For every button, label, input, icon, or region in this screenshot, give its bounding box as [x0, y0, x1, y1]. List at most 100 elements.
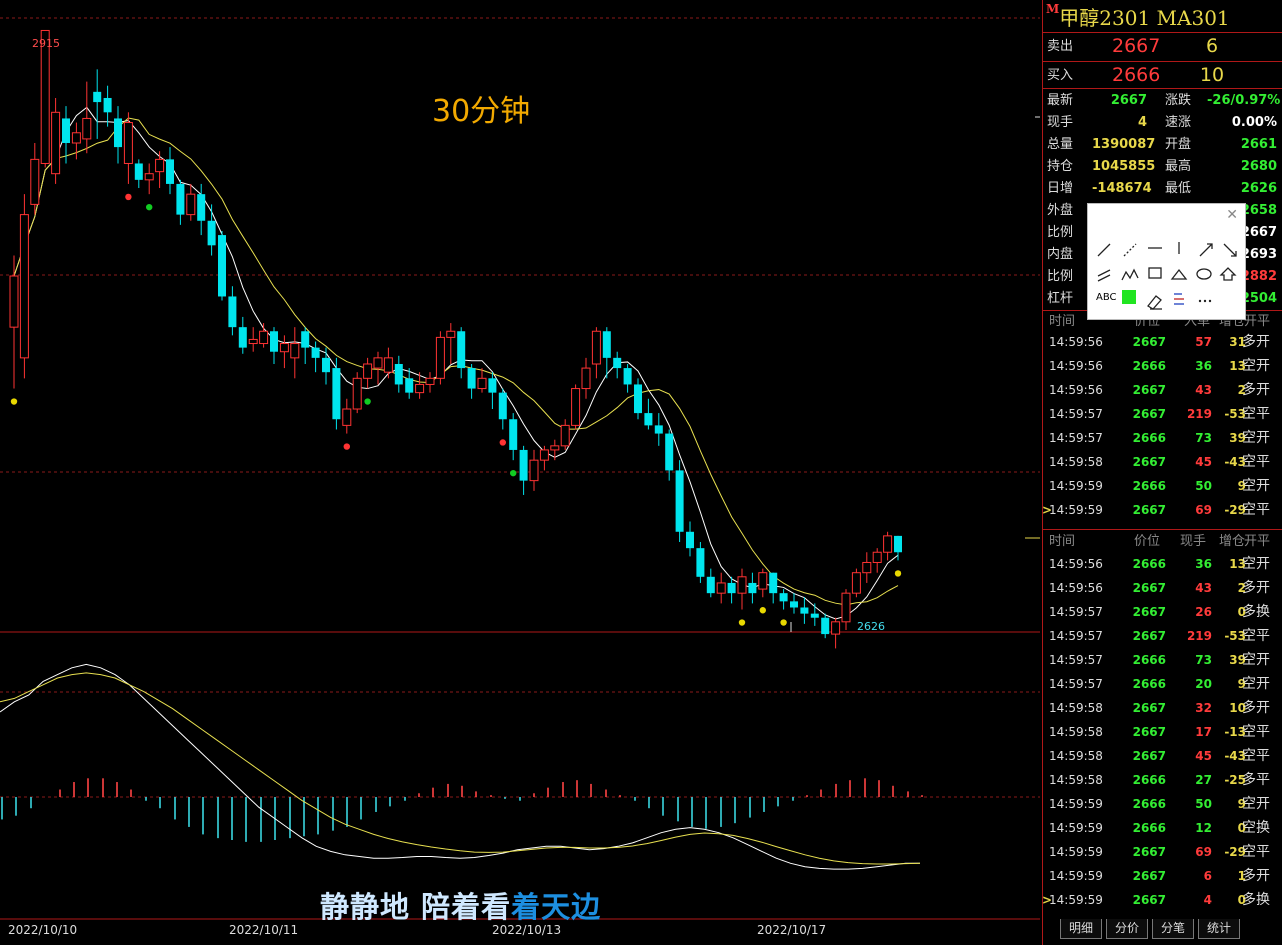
candle: [176, 179, 185, 225]
ask-volume: 6: [1205, 35, 1219, 57]
tick-type: 空平: [1242, 628, 1270, 644]
caption-part: 着天边: [511, 890, 602, 924]
market-badge: M: [1046, 2, 1060, 16]
tick-oi-change: 9: [1237, 677, 1246, 691]
tick-price: 2666: [1132, 479, 1166, 493]
signal-markers: [10, 193, 902, 626]
candle: [477, 368, 487, 393]
tab-price-dist[interactable]: 分价: [1106, 919, 1148, 939]
tick-price: 2667: [1132, 581, 1166, 595]
stat-label: 速涨: [1165, 115, 1192, 130]
bid-label: 买入: [1047, 68, 1074, 83]
signal-dot: [894, 570, 902, 577]
candlestick-chart[interactable]: [0, 0, 1040, 945]
signal-dot: [738, 619, 746, 626]
tick-time: 14:59:59: [1049, 821, 1103, 835]
tick-type: 多换: [1242, 604, 1270, 620]
tick-type: 空平: [1242, 454, 1270, 470]
tick-time: 14:59:59: [1049, 845, 1103, 859]
candle: [134, 159, 143, 189]
candle: [270, 327, 278, 364]
tick-oi-change: -29: [1224, 845, 1246, 859]
tick-time: 14:59:58: [1049, 773, 1103, 787]
eraser-icon: [1147, 295, 1162, 310]
tick-price: 2667: [1132, 503, 1166, 517]
candle: [706, 568, 715, 598]
candle-body: [894, 535, 902, 553]
tick-time: 14:59:56: [1049, 383, 1103, 397]
candle: [675, 460, 684, 543]
tab-detail[interactable]: 明细: [1060, 919, 1102, 939]
quote-panel: M甲醇2301 MA301 卖出 2667 6 买入 2666 10 最新 266…: [1042, 0, 1282, 945]
tick-time: 14:59:59: [1049, 797, 1103, 811]
candle: [716, 572, 726, 604]
tick-type: 多开: [1242, 868, 1270, 884]
tick-oi-change: 1: [1237, 869, 1246, 883]
tick-volume: 57: [1195, 335, 1212, 349]
tick-volume: 32: [1195, 701, 1212, 715]
candle: [686, 521, 694, 557]
candle-body: [238, 327, 247, 348]
stat-label: 内盘: [1047, 247, 1074, 262]
tick-price: 2667: [1132, 455, 1166, 469]
candle-body: [155, 158, 165, 173]
candle-body: [539, 449, 549, 461]
tick-type: 空换: [1242, 820, 1270, 836]
tick-oi-change: -53: [1224, 407, 1246, 421]
tick-volume: 219: [1186, 629, 1212, 643]
signal-dot: [510, 469, 517, 477]
candle-body: [425, 377, 435, 385]
candle: [644, 398, 653, 430]
tab-stats[interactable]: 统计: [1198, 919, 1240, 939]
candle: [332, 357, 341, 430]
candle: [435, 331, 445, 385]
signal-dot: [759, 607, 766, 614]
tick-volume: 27: [1195, 773, 1212, 787]
tick-row: 14:59:58 2666 27 -25 多平: [1042, 768, 1282, 792]
tick-type: 空平: [1242, 406, 1270, 422]
col-vol: 现手: [1180, 534, 1207, 549]
signal-dot: [343, 443, 350, 450]
candle: [623, 363, 632, 393]
text-tool-icon[interactable]: ABC: [1096, 292, 1117, 303]
candle-body: [301, 331, 310, 348]
signal-dot: [364, 398, 371, 405]
arrow-down-tool-icon: [1223, 243, 1237, 257]
tick-type: 空开: [1242, 676, 1270, 692]
tick-oi-change: -29: [1224, 503, 1246, 517]
candle-body: [706, 576, 715, 594]
candle-body: [686, 531, 694, 549]
candle: [634, 378, 642, 420]
candle: [51, 97, 61, 184]
tick-time: 14:59:59: [1049, 869, 1103, 883]
stat-value: 1045855: [1092, 159, 1156, 174]
ellipse-tool-icon: [1196, 268, 1212, 280]
stat-label: 外盘: [1047, 203, 1074, 218]
candle-body: [529, 459, 539, 482]
color-picker-icon[interactable]: [1122, 290, 1136, 304]
candle-body: [197, 194, 206, 221]
ma-slow-line: [13, 117, 899, 606]
tick-row: 14:59:57 2667 219 -53 空平: [1042, 624, 1282, 648]
tick-price: 2667: [1132, 845, 1166, 859]
tick-row: 14:59:58 2667 17 -13 空平: [1042, 720, 1282, 744]
candle-body: [727, 582, 736, 594]
candle: [228, 286, 237, 336]
tick-volume: 73: [1195, 431, 1212, 445]
macd-dea-line: [0, 672, 921, 865]
candle-body: [103, 97, 112, 113]
tick-price: 2666: [1132, 821, 1166, 835]
tick-time: 14:59:57: [1049, 653, 1103, 667]
tab-ticks[interactable]: 分笔: [1152, 919, 1194, 939]
tick-oi-change: -13: [1224, 725, 1246, 739]
signal-dot: [10, 398, 18, 405]
candle-body: [675, 470, 684, 532]
candle: [737, 568, 747, 610]
stat-value: 4: [1137, 115, 1147, 130]
contract-name: 甲醇2301 MA301: [1059, 6, 1230, 30]
candle: [114, 106, 122, 164]
candle-body: [82, 117, 92, 140]
candle-body: [623, 368, 632, 385]
candle-body: [872, 551, 882, 563]
stat-value: 1390087: [1092, 137, 1156, 152]
